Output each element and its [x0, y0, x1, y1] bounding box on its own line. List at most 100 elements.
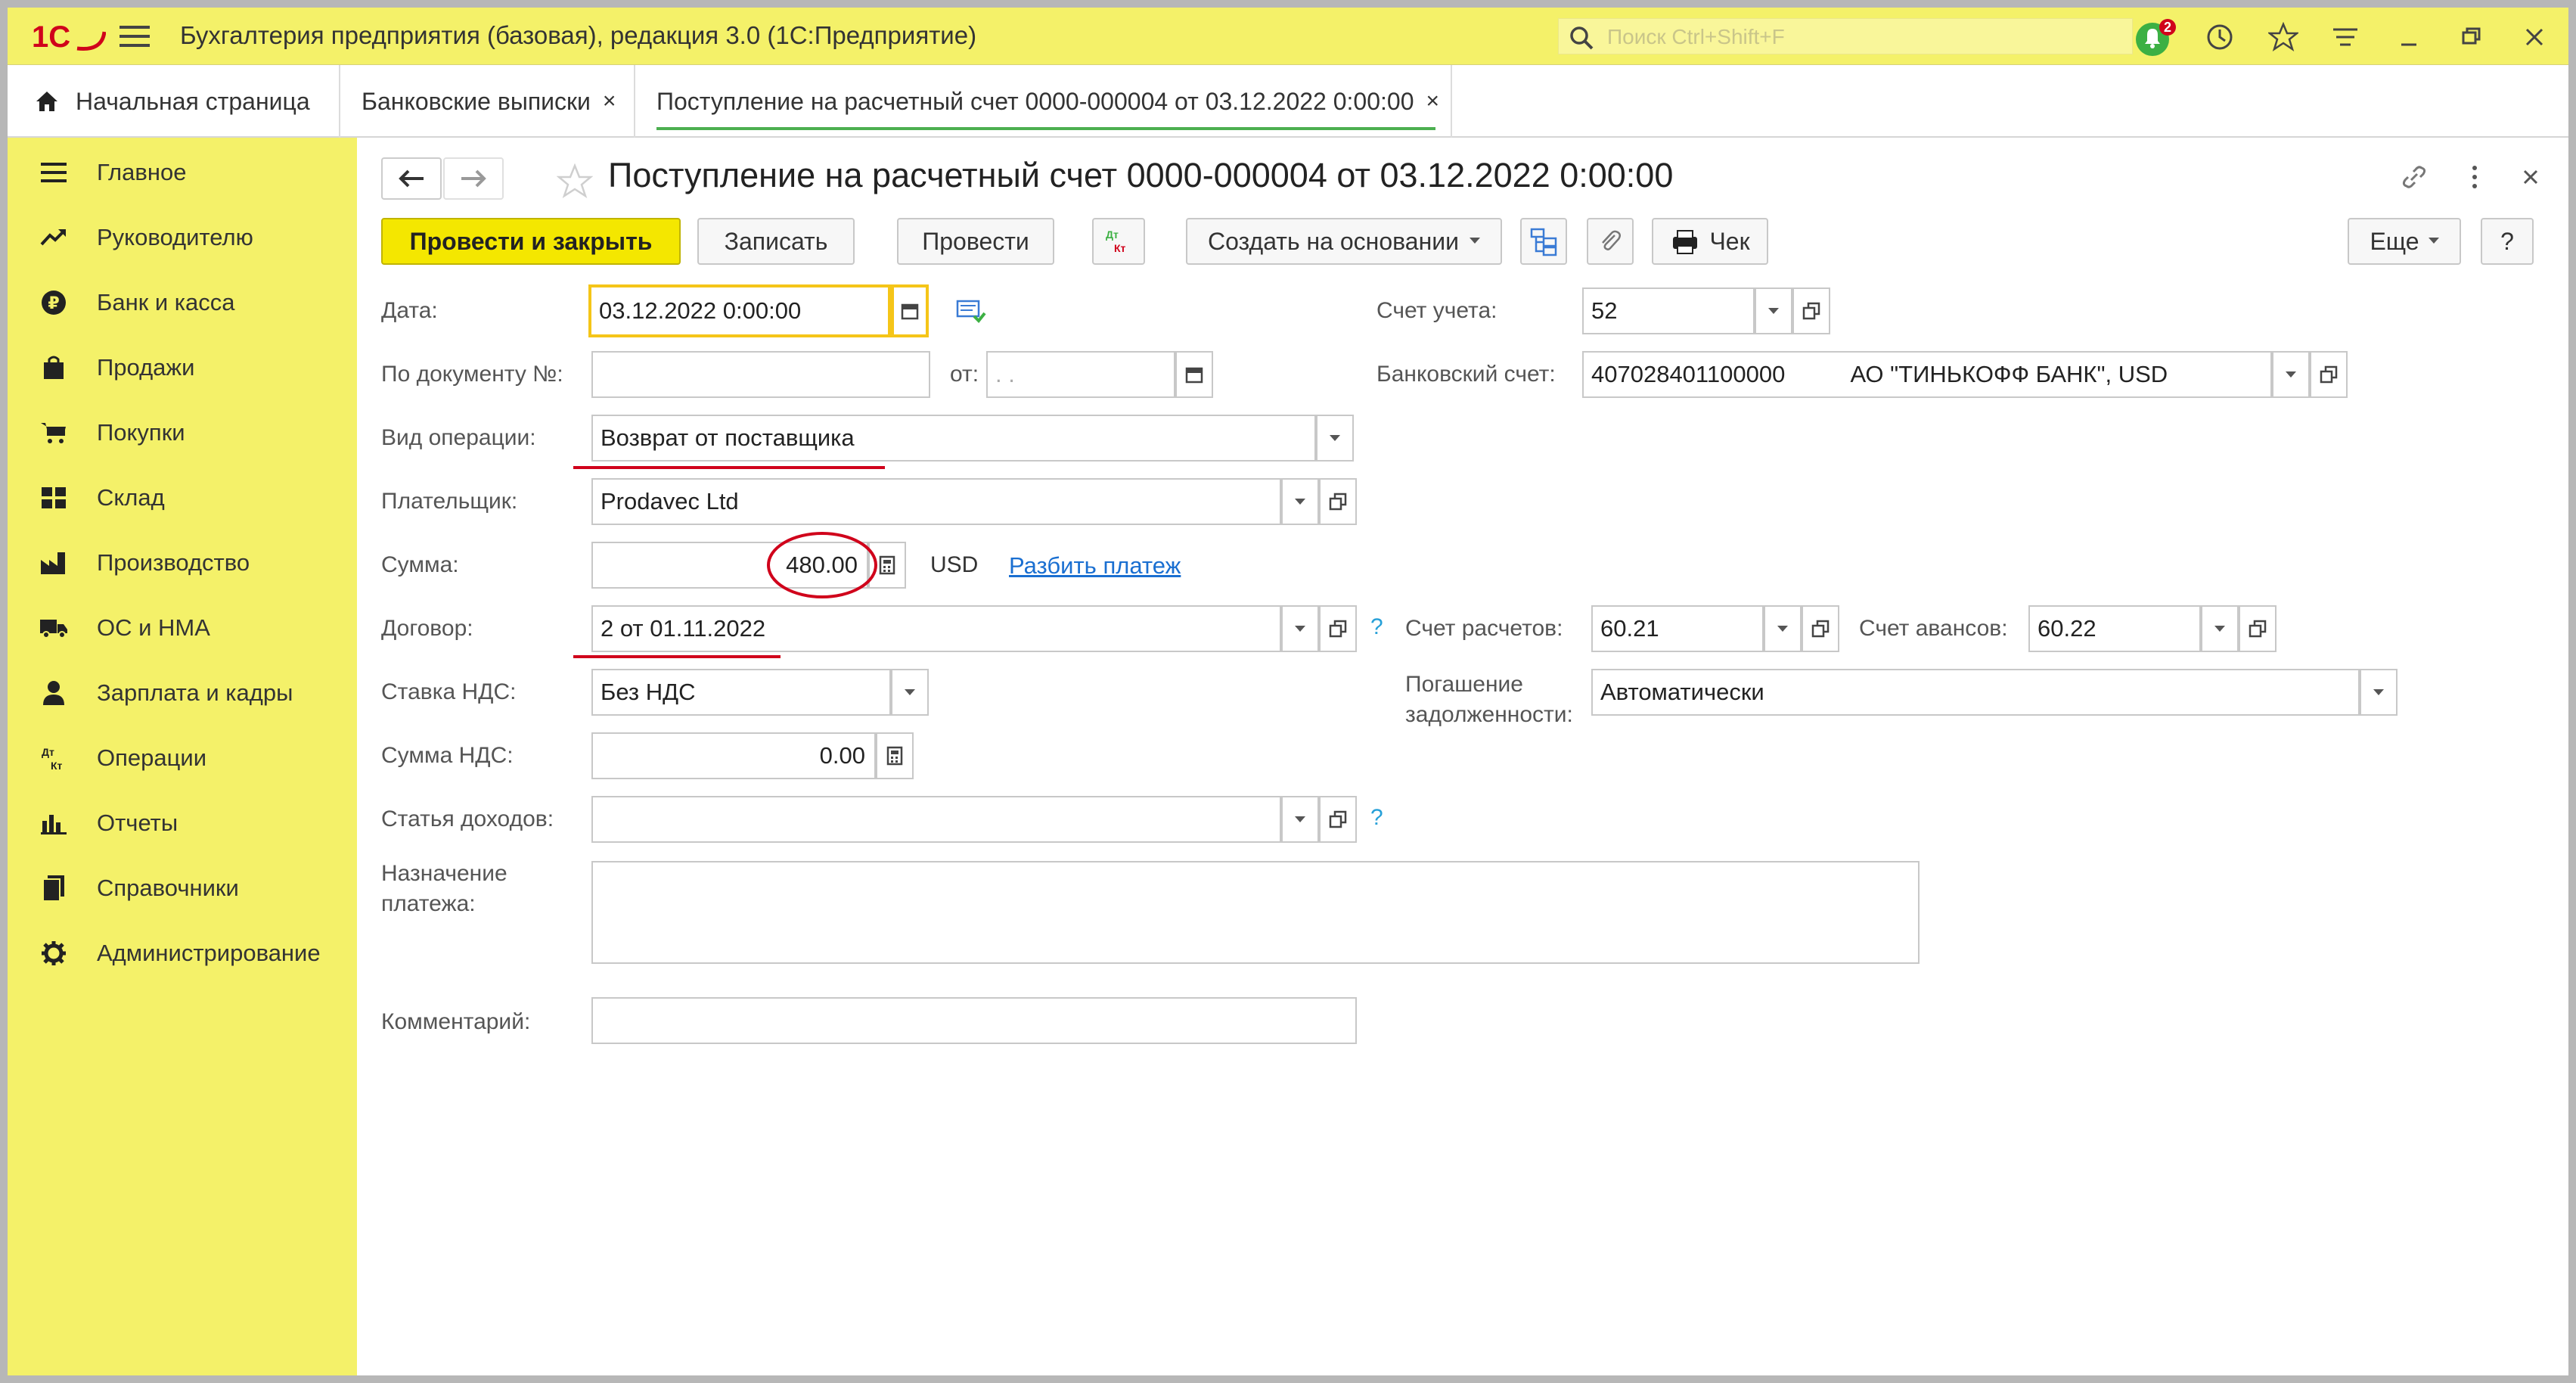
settlement-account-field[interactable]: 60.21	[1591, 605, 1764, 652]
sidebar-item-main[interactable]: Главное	[8, 142, 357, 203]
cart-icon	[35, 415, 73, 450]
sidebar-item-sales[interactable]: Продажи	[8, 337, 357, 398]
sidebar-item-catalogs[interactable]: Справочники	[8, 858, 357, 918]
sidebar-item-assets[interactable]: ОС и НМА	[8, 598, 357, 658]
contract-open-button[interactable]	[1319, 605, 1357, 652]
vat-sum-field[interactable]: 0.00	[591, 732, 876, 779]
hierarchy-icon	[1530, 228, 1557, 256]
operation-type-field[interactable]: Возврат от поставщика	[591, 415, 1316, 462]
filter-lines-icon[interactable]	[2326, 18, 2364, 56]
sidebar-item-reports[interactable]: Отчеты	[8, 793, 357, 853]
sidebar-item-production[interactable]: Производство	[8, 533, 357, 593]
dt-kt-button[interactable]: Дт Кт	[1092, 218, 1145, 265]
sidebar-item-warehouse[interactable]: Склад	[8, 468, 357, 528]
contract-help-icon[interactable]: ?	[1370, 614, 1383, 640]
attach-button[interactable]	[1587, 218, 1634, 265]
home-icon	[36, 92, 57, 111]
income-help-icon[interactable]: ?	[1370, 805, 1383, 831]
history-icon[interactable]	[2201, 18, 2239, 56]
more-vertical-icon[interactable]	[2467, 162, 2482, 192]
advance-account-open-button[interactable]	[2239, 605, 2277, 652]
sidebar-item-operations[interactable]: Дт Кт Операции	[8, 728, 357, 788]
bank-account-field[interactable]: 407028401100000 АО "ТИНЬКОФФ БАНК", USD	[1582, 351, 2272, 398]
income-item-field[interactable]	[591, 796, 1281, 843]
favorites-star-icon[interactable]	[2264, 18, 2302, 56]
bank-account-open-button[interactable]	[2310, 351, 2348, 398]
payment-purpose-textarea[interactable]	[591, 861, 1920, 964]
debt-repayment-field[interactable]: Автоматически	[1591, 669, 2360, 716]
more-label: Еще	[2370, 227, 2419, 255]
gear-icon	[35, 936, 73, 971]
restore-window-icon[interactable]	[2452, 18, 2490, 56]
more-button[interactable]: Еще	[2348, 218, 2461, 265]
operation-type-dropdown[interactable]	[1316, 415, 1354, 462]
structure-button[interactable]	[1520, 218, 1567, 265]
link-icon[interactable]	[2399, 162, 2429, 192]
bell-icon: 2	[2136, 19, 2176, 56]
advance-account-field[interactable]: 60.22	[2028, 605, 2201, 652]
favorite-star-icon[interactable]	[557, 163, 593, 198]
comment-field[interactable]	[591, 997, 1357, 1044]
post-button[interactable]: Провести	[897, 218, 1054, 265]
split-payment-link[interactable]: Разбить платеж	[1009, 552, 1181, 580]
sidebar: Главное Руководителю ₽ Банк и касса Прод…	[8, 138, 357, 1375]
sidebar-item-salary[interactable]: Зарплата и кадры	[8, 663, 357, 723]
tab-bank-statements[interactable]: Банковские выписки ×	[340, 65, 635, 138]
from-date-field[interactable]: . .	[986, 351, 1175, 398]
advance-account-dropdown[interactable]	[2201, 605, 2239, 652]
debt-repayment-label-line1: Погашение	[1405, 672, 1523, 697]
sidebar-item-purchases[interactable]: Покупки	[8, 402, 357, 463]
payer-field[interactable]: Prodavec Ltd	[591, 478, 1281, 525]
tab-home[interactable]: Начальная страница	[8, 65, 340, 138]
account-label: Счет учета:	[1376, 298, 1497, 323]
post-and-close-button[interactable]: Провести и закрыть	[381, 218, 681, 265]
close-window-icon[interactable]	[2515, 18, 2553, 56]
doc-number-field[interactable]	[591, 351, 930, 398]
forward-button[interactable]	[443, 157, 504, 200]
from-date-picker-button[interactable]	[1175, 351, 1213, 398]
help-button[interactable]: ?	[2481, 218, 2534, 265]
date-field[interactable]: 03.12.2022 0:00:00	[588, 284, 891, 337]
settlement-account-open-button[interactable]	[1802, 605, 1839, 652]
sidebar-item-label: Справочники	[97, 875, 239, 901]
close-form-icon[interactable]	[2520, 166, 2541, 188]
income-item-open-button[interactable]	[1319, 796, 1357, 843]
back-button[interactable]	[381, 157, 442, 200]
number-edit-icon[interactable]	[956, 298, 986, 325]
arrow-left-icon	[399, 169, 424, 188]
close-tab-icon[interactable]: ×	[1426, 89, 1440, 114]
payer-open-button[interactable]	[1319, 478, 1357, 525]
settlement-account-dropdown[interactable]	[1764, 605, 1802, 652]
tab-document[interactable]: Поступление на расчетный счет 0000-00000…	[635, 65, 1452, 138]
payer-dropdown[interactable]	[1281, 478, 1319, 525]
sidebar-item-manager[interactable]: Руководителю	[8, 207, 357, 268]
bank-account-label: Банковский счет:	[1376, 362, 1556, 387]
close-tab-icon[interactable]: ×	[603, 89, 616, 114]
vat-rate-field[interactable]: Без НДС	[591, 669, 891, 716]
account-dropdown[interactable]	[1755, 287, 1792, 334]
income-item-label: Статья доходов:	[381, 806, 554, 831]
bank-account-dropdown[interactable]	[2272, 351, 2310, 398]
minimize-icon[interactable]	[2390, 18, 2428, 56]
notifications-button[interactable]: 2	[2131, 18, 2180, 57]
vat-rate-dropdown[interactable]	[891, 669, 929, 716]
account-field[interactable]: 52	[1582, 287, 1755, 334]
sidebar-item-admin[interactable]: Администрирование	[8, 923, 357, 984]
date-picker-button[interactable]	[891, 284, 929, 337]
check-button[interactable]: Чек	[1652, 218, 1768, 265]
save-button[interactable]: Записать	[697, 218, 855, 265]
purpose-label-line1: Назначение	[381, 861, 507, 886]
account-open-button[interactable]	[1792, 287, 1830, 334]
vat-calculator-button[interactable]	[876, 732, 914, 779]
create-based-on-button[interactable]: Создать на основании	[1186, 218, 1502, 265]
search-input[interactable]: Поиск Ctrl+Shift+F	[1558, 18, 2133, 54]
income-item-dropdown[interactable]	[1281, 796, 1319, 843]
contract-field[interactable]: 2 от 01.11.2022	[591, 605, 1281, 652]
sidebar-item-bank[interactable]: ₽ Банк и касса	[8, 272, 357, 333]
active-tab-indicator	[656, 127, 1435, 130]
hamburger-menu-icon[interactable]	[119, 26, 150, 48]
debt-repayment-dropdown[interactable]	[2360, 669, 2398, 716]
contract-dropdown[interactable]	[1281, 605, 1319, 652]
sidebar-item-label: Банк и касса	[97, 289, 235, 315]
bar-chart-icon	[35, 806, 73, 841]
